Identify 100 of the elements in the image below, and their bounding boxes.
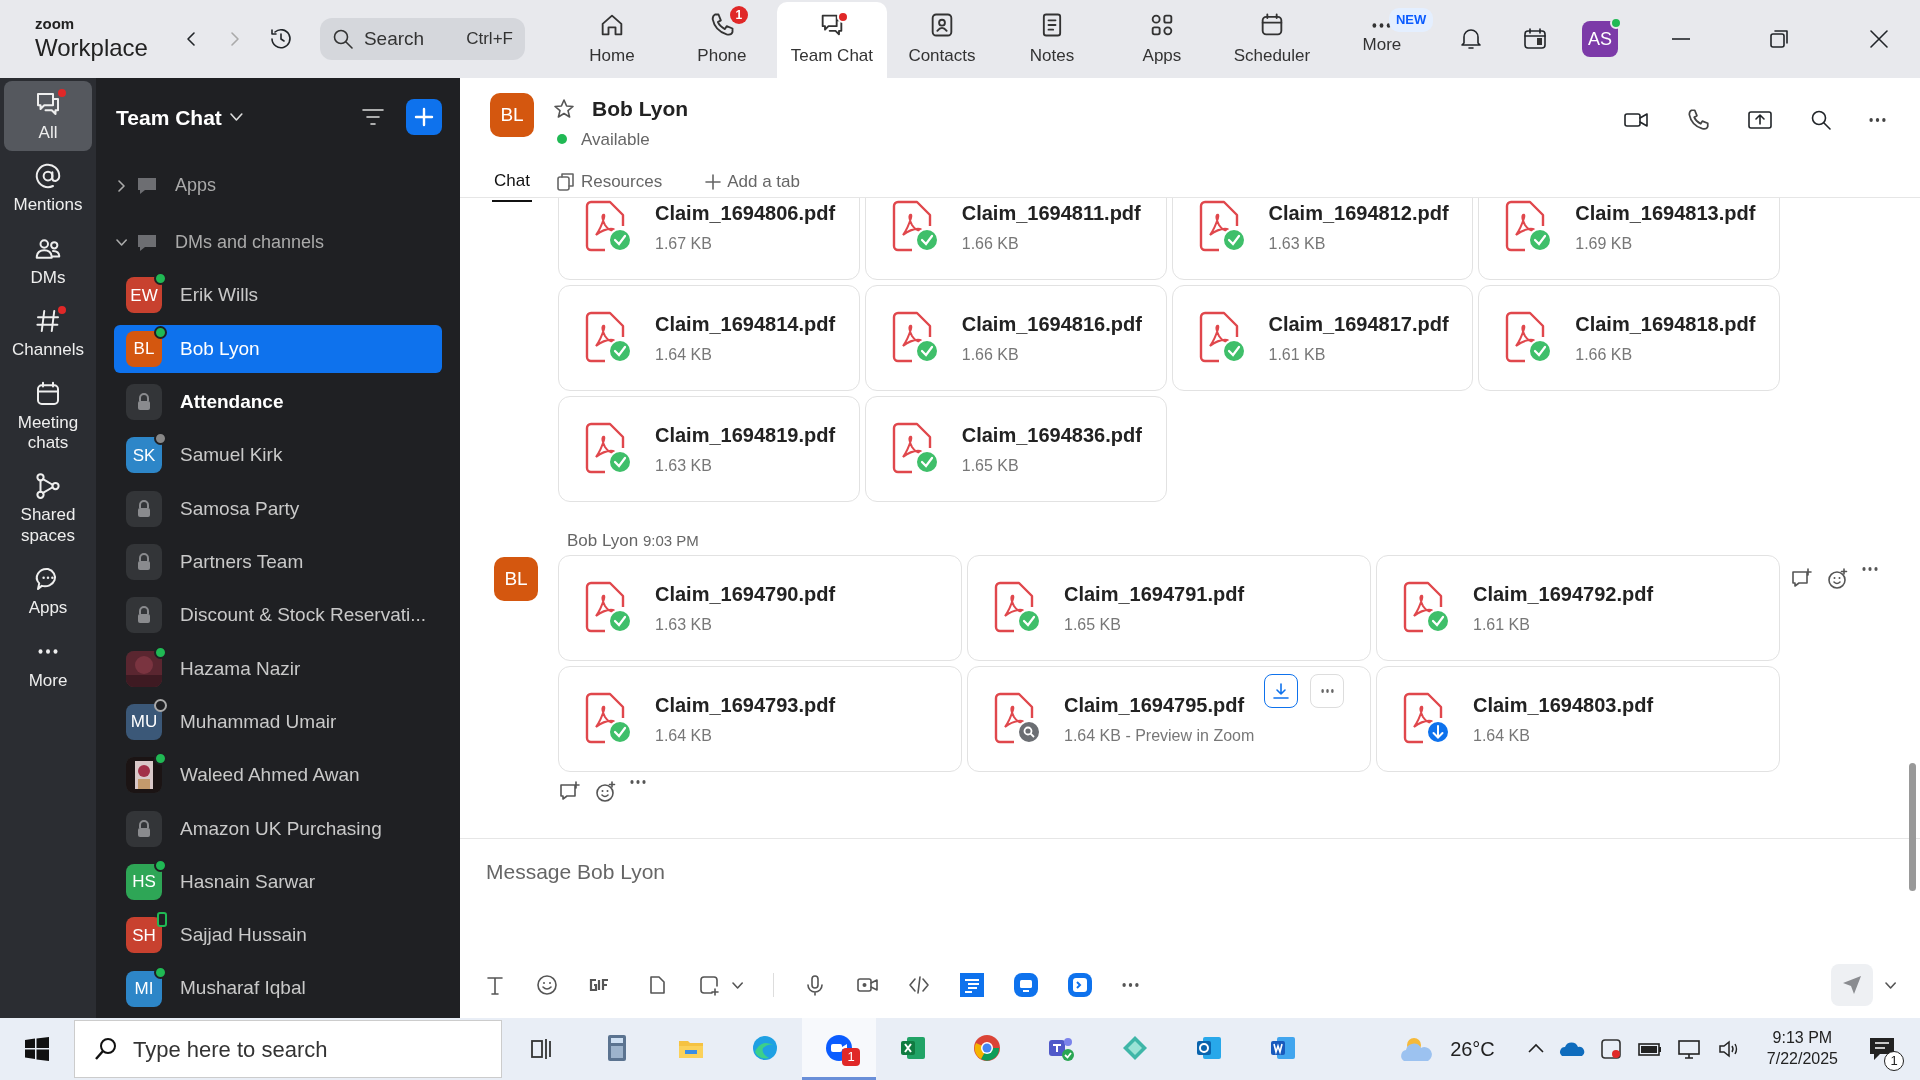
star-button[interactable] bbox=[552, 96, 576, 121]
notification-center-button[interactable]: 1 bbox=[1868, 1029, 1902, 1069]
chat-list-item[interactable]: MI Musharaf Iqbal bbox=[114, 964, 442, 1013]
nav-tab[interactable]: Notes bbox=[996, 2, 1107, 78]
nav-tab[interactable]: Team Chat bbox=[776, 2, 887, 78]
download-icon bbox=[1271, 681, 1291, 701]
rail-item[interactable]: All bbox=[4, 81, 92, 152]
file-name: Claim_1694819.pdf bbox=[655, 422, 836, 448]
nav-tab[interactable]: Phone 1 bbox=[666, 2, 777, 78]
file-size: 1.64 KB bbox=[1473, 726, 1531, 746]
file-size: 1.64 KB bbox=[655, 726, 713, 746]
section-header[interactable]: Apps bbox=[96, 156, 460, 215]
file-attachment-card[interactable]: Claim_1694806.pdf 1.67 KB bbox=[558, 198, 860, 280]
chat-list-item[interactable]: BL Bob Lyon bbox=[114, 324, 442, 373]
star-icon bbox=[552, 96, 576, 121]
file-attachment-card[interactable]: Claim_1694813.pdf 1.69 KB bbox=[1478, 198, 1780, 280]
terminal-app-icon bbox=[1068, 973, 1092, 997]
send-button[interactable] bbox=[1831, 964, 1873, 1006]
nav-tab[interactable]: NEW More bbox=[1326, 2, 1437, 78]
file-size: 1.69 KB bbox=[1575, 233, 1634, 254]
rail-item[interactable]: Shared spaces bbox=[4, 463, 92, 555]
chat-list-item[interactable]: MU Muhammad Umair bbox=[114, 697, 442, 747]
taskbar-search-field[interactable]: Type here to search bbox=[74, 1020, 502, 1078]
dropdown-button[interactable] bbox=[1885, 981, 1896, 989]
pdf-file-icon bbox=[585, 422, 625, 473]
rail-item[interactable]: More bbox=[4, 628, 92, 699]
file-attachment-card[interactable]: Claim_1694791.pdf 1.65 KB bbox=[967, 555, 1371, 661]
chat-list-item[interactable]: SH Sajjad Hussain bbox=[114, 911, 442, 960]
rail-item[interactable]: Mentions bbox=[4, 153, 92, 224]
file-attachment-card[interactable]: Claim_1694836.pdf 1.65 KB bbox=[864, 395, 1167, 502]
search-icon bbox=[1809, 108, 1833, 132]
chat-list-item[interactable]: Hazama Nazir bbox=[114, 644, 442, 693]
file-attachment-card[interactable]: Claim_1694817.pdf 1.61 KB bbox=[1171, 284, 1474, 391]
toolbar-button[interactable] bbox=[1068, 973, 1092, 997]
pdf-file-icon bbox=[1506, 311, 1545, 362]
browser-icon bbox=[751, 1033, 779, 1062]
rail-item[interactable]: Apps bbox=[4, 556, 92, 627]
pdf-file-icon bbox=[1403, 581, 1443, 633]
toolbar-button[interactable] bbox=[484, 974, 506, 996]
toolbar-button[interactable] bbox=[804, 974, 826, 996]
chat-list-item[interactable]: EW Erik Wills bbox=[114, 271, 442, 320]
file-attachment-card[interactable]: Claim_1694792.pdf 1.61 KB bbox=[1376, 555, 1780, 661]
file-attachment-card[interactable]: Claim_1694812.pdf 1.63 KB bbox=[1171, 198, 1474, 280]
search-field[interactable]: Search Ctrl+F bbox=[319, 18, 525, 60]
file-attachment-card[interactable]: Claim_1694814.pdf 1.64 KB bbox=[558, 284, 860, 391]
chat-list-item[interactable]: Samosa Party bbox=[114, 484, 442, 533]
file-name: Claim_1694793.pdf bbox=[655, 693, 836, 718]
toolbar-button[interactable] bbox=[960, 973, 984, 997]
file-attachment-card[interactable]: Claim_1694790.pdf 1.63 KB bbox=[558, 555, 962, 661]
scrollbar-thumb[interactable] bbox=[1909, 763, 1916, 891]
chrome-browser-icon bbox=[973, 1033, 1001, 1062]
download-button[interactable] bbox=[1264, 674, 1298, 708]
notification-count: 1 bbox=[1884, 1051, 1904, 1071]
chat-list-item[interactable]: SK Samuel Kirk bbox=[114, 431, 442, 480]
chevron-down-icon bbox=[732, 981, 743, 989]
toolbar-button[interactable] bbox=[536, 974, 558, 996]
shortcut-hint: Ctrl+F bbox=[466, 28, 513, 51]
user-avatar[interactable]: AS bbox=[1582, 21, 1618, 57]
file-size: 1.63 KB bbox=[1268, 233, 1327, 254]
pdf-file-icon bbox=[892, 200, 931, 251]
file-attachment-card[interactable]: Claim_1694819.pdf 1.63 KB bbox=[558, 395, 860, 502]
minimize-icon bbox=[1672, 38, 1690, 40]
taskbar-app-button[interactable]: 1 bbox=[802, 1018, 876, 1080]
chat-tab[interactable]: Chat bbox=[492, 162, 532, 202]
file-attachment-card[interactable]: Claim_1694803.pdf 1.64 KB bbox=[1376, 666, 1780, 772]
chat-list-item[interactable]: Partners Team bbox=[114, 537, 442, 587]
new-tag: NEW bbox=[1388, 8, 1434, 32]
section-header[interactable]: DMs and channels bbox=[96, 214, 460, 272]
nav-tab[interactable]: Apps bbox=[1106, 2, 1217, 78]
chat-tab[interactable]: Resources bbox=[553, 163, 665, 201]
rail-item[interactable]: DMs bbox=[4, 225, 92, 297]
new-chat-button[interactable] bbox=[406, 99, 442, 136]
file-attachment-card[interactable]: Claim_1694811.pdf 1.66 KB bbox=[864, 198, 1167, 280]
add-tab-button[interactable]: Add a tab bbox=[702, 163, 802, 201]
nav-tab[interactable]: Home bbox=[556, 2, 667, 78]
more-options-button[interactable] bbox=[1122, 983, 1139, 987]
file-attachment-card[interactable]: Claim_1694816.pdf 1.66 KB bbox=[864, 284, 1167, 391]
rail-item[interactable]: Channels bbox=[4, 298, 92, 369]
file-attachment-card[interactable]: Claim_1694795.pdf 1.64 KB - Preview in Zoom bbox=[967, 666, 1371, 772]
chat-list-item[interactable]: HS Hasnain Sarwar bbox=[114, 857, 442, 907]
pdf-file-icon bbox=[585, 692, 625, 744]
pdf-file-icon bbox=[585, 200, 625, 251]
chat-list-item[interactable]: Amazon UK Purchasing bbox=[114, 804, 442, 853]
toolbar-button[interactable] bbox=[698, 974, 720, 996]
file-name: Claim_1694836.pdf bbox=[961, 422, 1142, 448]
nav-tab[interactable]: Contacts bbox=[886, 2, 997, 78]
sender-avatar: BL bbox=[494, 557, 538, 601]
lock-icon bbox=[126, 490, 162, 527]
nav-tab[interactable]: Scheduler bbox=[1216, 2, 1327, 78]
file-attachment-card[interactable]: Claim_1694793.pdf 1.64 KB bbox=[558, 666, 962, 772]
toolbar-button[interactable] bbox=[908, 974, 930, 996]
rail-item[interactable]: Meeting chats bbox=[4, 370, 92, 462]
file-name: Claim_1694803.pdf bbox=[1473, 693, 1654, 718]
chat-list-item[interactable]: Waleed Ahmed Awan bbox=[114, 751, 442, 800]
toolbar-button[interactable] bbox=[1014, 973, 1038, 997]
chat-list-item[interactable]: Discount & Stock Reservati... bbox=[114, 591, 442, 640]
dropdown-button[interactable] bbox=[732, 981, 743, 989]
file-attachment-card[interactable]: Claim_1694818.pdf 1.66 KB bbox=[1478, 284, 1780, 391]
pdf-file-icon bbox=[1506, 200, 1545, 251]
chat-list-item[interactable]: Attendance bbox=[114, 377, 442, 427]
